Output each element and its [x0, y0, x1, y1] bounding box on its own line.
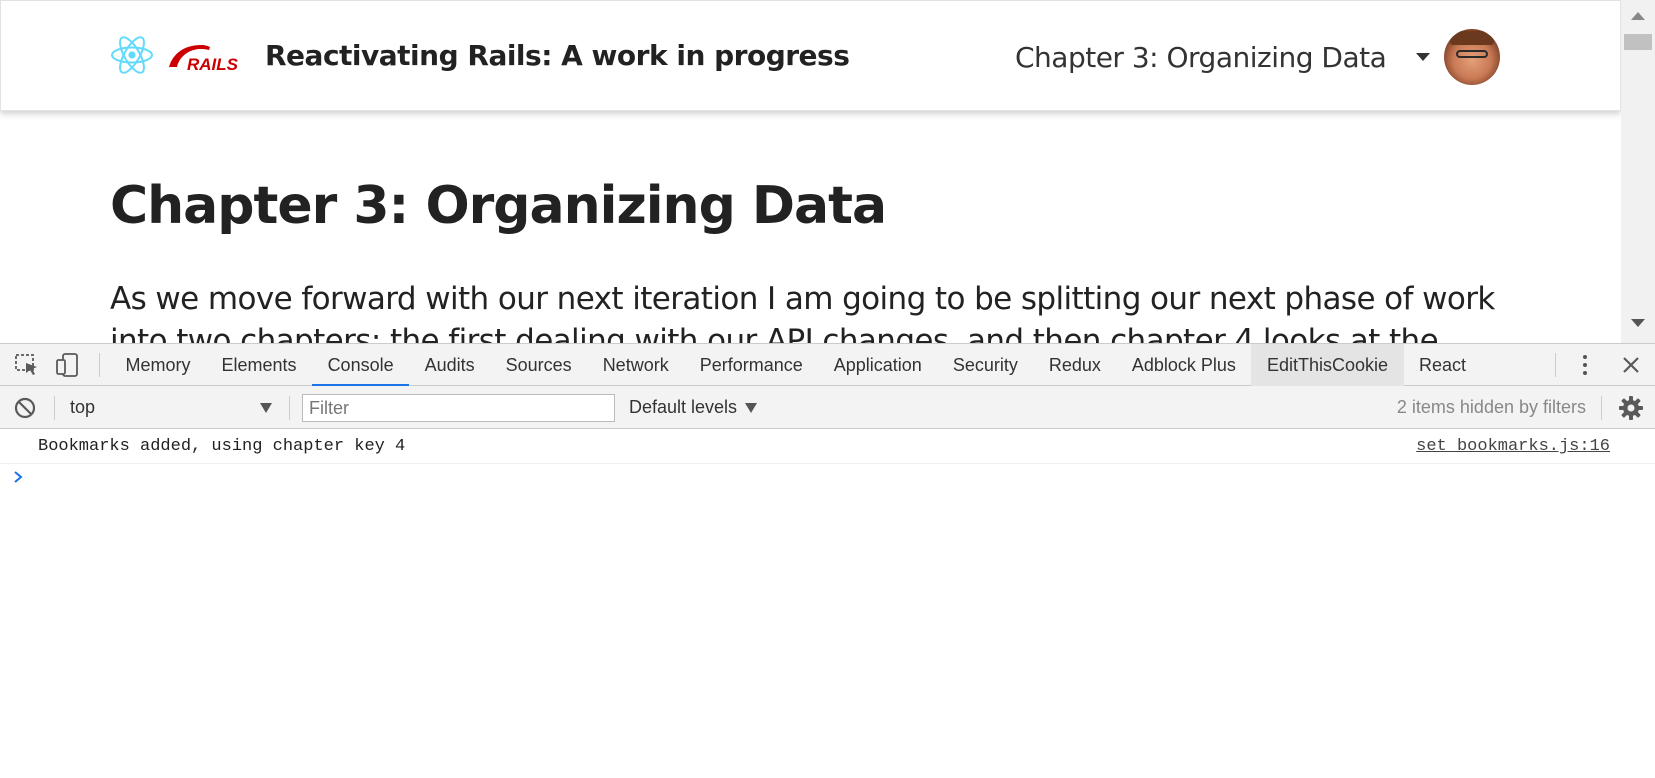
- console-log-message: Bookmarks added, using chapter key 4: [38, 437, 406, 456]
- page-paragraph: As we move forward with our next iterati…: [110, 281, 1495, 343]
- device-toolbar-icon[interactable]: [55, 353, 81, 377]
- tab-performance[interactable]: Performance: [684, 344, 818, 386]
- avatar-hair: [1450, 31, 1494, 45]
- tab-adblock-plus[interactable]: Adblock Plus: [1116, 344, 1251, 386]
- console-log-source-link[interactable]: set_bookmarks.js:16: [1416, 437, 1610, 456]
- toolbar-divider: [289, 396, 290, 420]
- toolbar-divider: [1555, 353, 1556, 377]
- prompt-chevron-icon: [14, 471, 23, 483]
- devtools-tabbar: Memory Elements Console Audits Sources N…: [0, 344, 1655, 386]
- context-select[interactable]: top: [70, 397, 276, 419]
- tab-editthiscookie[interactable]: EditThisCookie: [1251, 344, 1404, 386]
- hidden-items-count: 2 items hidden by filters: [1396, 397, 1586, 417]
- caret-down-icon[interactable]: [260, 403, 272, 413]
- avatar[interactable]: [1444, 29, 1500, 85]
- scroll-up-icon[interactable]: [1631, 12, 1645, 20]
- gear-icon[interactable]: [1618, 395, 1644, 421]
- devtools-tabs: Memory Elements Console Audits Sources N…: [110, 344, 1482, 386]
- toolbar-divider: [1601, 396, 1602, 420]
- inspect-element-icon[interactable]: [14, 353, 40, 377]
- page-viewport: RAILS Reactivating Rails: A work in prog…: [0, 0, 1655, 343]
- log-levels-label: Default levels: [629, 397, 738, 417]
- page-scrollbar[interactable]: [1621, 0, 1655, 343]
- site-header: RAILS Reactivating Rails: A work in prog…: [0, 0, 1621, 111]
- clear-console-icon[interactable]: [14, 397, 36, 419]
- toolbar-divider: [99, 353, 100, 377]
- console-toolbar: top Default levels 2 items hidden by fil…: [0, 386, 1655, 429]
- caret-down-icon: [745, 402, 758, 413]
- filter-input[interactable]: [302, 394, 615, 422]
- console-prompt[interactable]: [0, 464, 1655, 492]
- tab-elements[interactable]: Elements: [206, 344, 312, 386]
- close-icon[interactable]: [1620, 354, 1642, 376]
- tab-security[interactable]: Security: [937, 344, 1033, 386]
- tab-memory[interactable]: Memory: [110, 344, 206, 386]
- rails-logo-icon[interactable]: RAILS: [167, 41, 239, 73]
- chapter-select-label: Chapter 3: Organizing Data: [1015, 40, 1387, 74]
- tab-sources[interactable]: Sources: [490, 344, 587, 386]
- tab-application[interactable]: Application: [818, 344, 937, 386]
- console-log-row: Bookmarks added, using chapter key 4 set…: [0, 429, 1655, 464]
- tab-network[interactable]: Network: [587, 344, 684, 386]
- tab-react[interactable]: React: [1404, 344, 1482, 386]
- tab-console[interactable]: Console: [312, 344, 410, 386]
- react-logo-icon[interactable]: [110, 35, 154, 75]
- log-levels-select[interactable]: Default levels: [629, 397, 758, 418]
- chevron-down-icon: [1416, 53, 1431, 61]
- scroll-down-icon[interactable]: [1631, 319, 1645, 327]
- chapter-select[interactable]: Chapter 3: Organizing Data: [1015, 39, 1431, 75]
- page-heading: Chapter 3: Organizing Data: [110, 176, 887, 236]
- site-title[interactable]: Reactivating Rails: A work in progress: [265, 39, 850, 72]
- devtools-panel: Memory Elements Console Audits Sources N…: [0, 343, 1655, 778]
- toolbar-divider: [54, 396, 55, 420]
- console-output: Bookmarks added, using chapter key 4 set…: [0, 429, 1655, 778]
- tab-redux[interactable]: Redux: [1033, 344, 1116, 386]
- scroll-thumb[interactable]: [1624, 34, 1652, 50]
- tab-audits[interactable]: Audits: [409, 344, 490, 386]
- more-options-icon[interactable]: [1578, 352, 1592, 378]
- svg-text:RAILS: RAILS: [187, 55, 239, 73]
- avatar-glasses: [1456, 50, 1488, 58]
